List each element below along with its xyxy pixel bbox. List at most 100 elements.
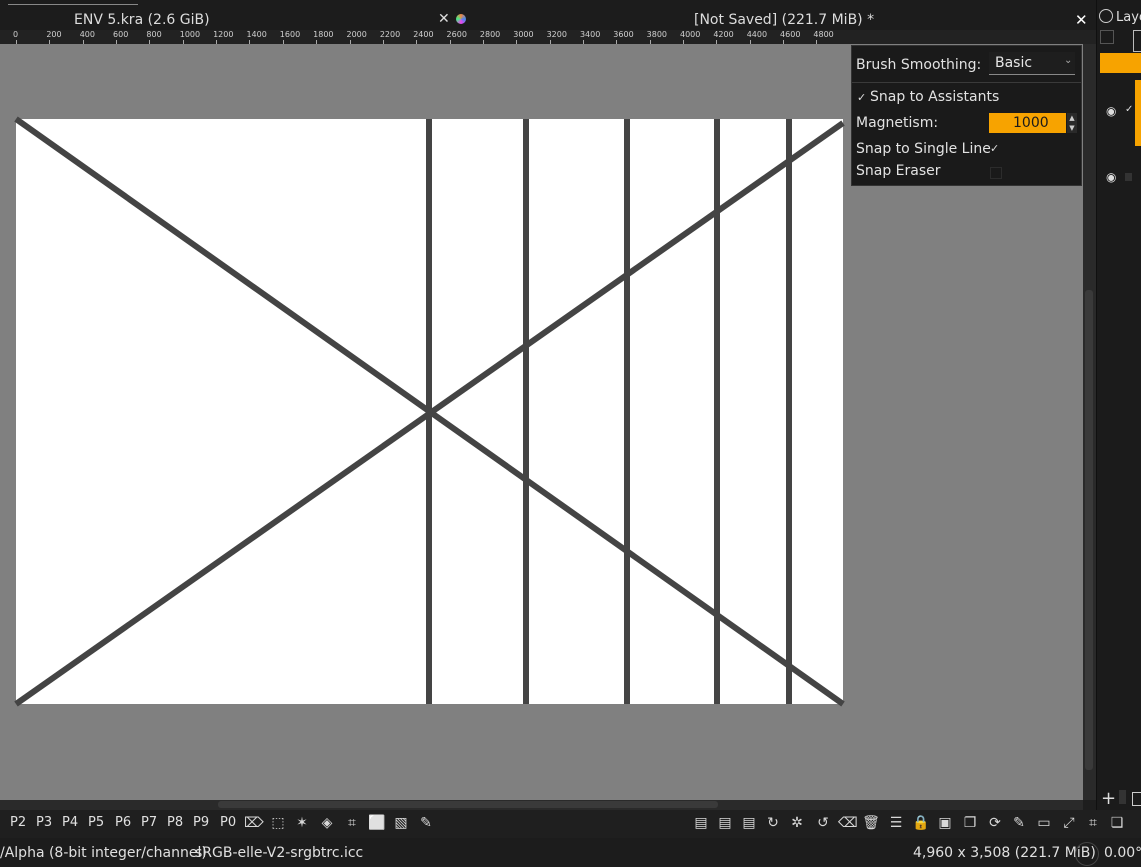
ruler-tick-label: 2000 — [346, 30, 367, 39]
settings-icon[interactable]: ✲ — [788, 814, 806, 832]
brush-icon[interactable]: ✎ — [417, 814, 435, 832]
ruler-tick-label: 1800 — [313, 30, 334, 39]
ruler-tick-label: 400 — [79, 30, 95, 39]
layer-check-icon[interactable]: ✓ — [1125, 104, 1133, 115]
folder-icon[interactable]: ▭ — [1035, 814, 1053, 832]
ruler-tick-label: 3600 — [613, 30, 634, 39]
layer-lock-box[interactable] — [1125, 173, 1132, 181]
magnetism-label: Magnetism: — [856, 115, 939, 131]
lock-icon[interactable]: 🔒 — [912, 814, 930, 832]
preset-p5[interactable]: P5 — [88, 815, 104, 830]
backspace-icon[interactable]: ⌫ — [838, 814, 858, 832]
layer-filter-box[interactable] — [1100, 30, 1114, 44]
brush-smoothing-value: Basic — [995, 55, 1033, 71]
select-rect-icon[interactable]: ⬜ — [368, 814, 386, 832]
rotation-dial-icon[interactable] — [1075, 842, 1099, 866]
ruler-tick-label: 4000 — [680, 30, 701, 39]
ruler-tick-label: 4400 — [746, 30, 768, 39]
layer-option-box[interactable] — [1133, 30, 1141, 52]
eye-icon[interactable]: ◉ — [1106, 104, 1116, 118]
ruler-tick-label: 1600 — [279, 30, 301, 39]
crop-marks-icon[interactable]: ⌗ — [1084, 814, 1102, 832]
undo-icon[interactable]: ↺ — [814, 814, 832, 832]
layers-docker-icon — [1099, 9, 1113, 23]
preset-p0[interactable]: P0 — [220, 815, 236, 830]
document-tab[interactable]: ENV 5.kra (2.6 GiB) — [74, 12, 210, 28]
ruler-tick-label: 4800 — [813, 30, 834, 39]
ruler-tick-label: 2200 — [379, 30, 401, 39]
redo-icon[interactable]: ↻ — [764, 814, 782, 832]
expand-icon[interactable]: ⤢ — [1060, 814, 1078, 832]
brush-smoothing-label: Brush Smoothing: — [856, 57, 982, 73]
ruler-tick-label: 200 — [46, 30, 62, 39]
ruler-tick-label: 600 — [113, 30, 129, 39]
copy-icon[interactable]: ❐ — [961, 814, 979, 832]
snap-single-line-label: Snap to Single Line — [856, 141, 991, 157]
layer-menu-icon[interactable] — [1119, 790, 1126, 804]
ruler-tick-label: 1400 — [246, 30, 267, 39]
horizontal-scrollbar-thumb[interactable] — [218, 801, 718, 808]
add-layer-icon[interactable]: + — [1101, 788, 1116, 809]
gradient-icon[interactable]: ▧ — [392, 814, 410, 832]
ruler-tick-label: 2800 — [479, 30, 501, 39]
close-tab-icon[interactable]: ✕ — [438, 11, 450, 27]
layout-icon[interactable]: ▤ — [740, 814, 758, 832]
chevron-down-icon: ⌄ — [1064, 55, 1073, 66]
preset-p2[interactable]: P2 — [10, 815, 26, 830]
ruler-tick-label: 0 — [13, 30, 19, 39]
color-profile[interactable]: sRGB-elle-V2-srgbtrc.icc — [195, 845, 363, 861]
vertical-scrollbar-thumb[interactable] — [1085, 290, 1093, 770]
color-model[interactable]: /Alpha (8-bit integer/channel) — [0, 845, 207, 861]
rotation-value[interactable]: 0.00° — [1104, 845, 1141, 861]
preset-p3[interactable]: P3 — [36, 815, 52, 830]
layout-icon[interactable]: ▤ — [692, 814, 710, 832]
ruler-tick-label: 1000 — [179, 30, 201, 39]
ruler-tick-label: 2600 — [446, 30, 467, 39]
color-wheel-icon — [456, 14, 466, 24]
eye-icon[interactable]: ◉ — [1106, 170, 1116, 184]
fill-icon[interactable]: ◈ — [318, 814, 336, 832]
document-title: [Not Saved] (221.7 MiB) * — [694, 12, 875, 28]
ruler-tick-label: 3400 — [579, 30, 601, 39]
clone-icon[interactable]: ❏ — [1108, 814, 1126, 832]
snap-single-line-checkbox[interactable]: ✓ — [990, 143, 1000, 154]
magnetism-spin-arrows[interactable]: ▲ ▼ — [1067, 113, 1077, 133]
magic-wand-icon[interactable]: ✶ — [293, 814, 311, 832]
transform-icon[interactable]: ⬚ — [269, 814, 287, 832]
edit-icon[interactable]: ✎ — [1010, 814, 1028, 832]
magnetism-value: 1000 — [1013, 115, 1049, 131]
ruler-tick-label: 4200 — [713, 30, 734, 39]
crop-icon[interactable]: ⌗ — [343, 814, 361, 832]
magnetism-slider[interactable]: 1000 — [989, 113, 1066, 133]
snap-to-assistants-label[interactable]: Snap to Assistants — [870, 89, 999, 105]
trash-icon[interactable]: 🗑 — [862, 814, 880, 832]
refresh-icon[interactable]: ⟳ — [986, 814, 1004, 832]
ruler-tick-label: 3000 — [513, 30, 534, 39]
ruler-tick-label: 3800 — [646, 30, 667, 39]
brush-smoothing-dropdown[interactable]: Basic ⌄ — [989, 52, 1075, 75]
close-window-icon[interactable]: ✕ — [1075, 11, 1088, 29]
preset-p9[interactable]: P9 — [193, 815, 209, 830]
snap-to-assistants-checkbox[interactable]: ✓ — [857, 92, 867, 103]
preset-p7[interactable]: P7 — [141, 815, 157, 830]
layer-thumbnail-selected[interactable] — [1135, 80, 1141, 146]
eraser-icon[interactable]: ⌦ — [244, 814, 264, 832]
ruler-tick-label: 1200 — [213, 30, 234, 39]
layers-panel: Laye ◉ ✓ ◉ + — [1096, 0, 1141, 810]
duplicate-layer-icon[interactable] — [1132, 792, 1141, 806]
sliders-icon[interactable]: ☰ — [887, 814, 905, 832]
snap-eraser-checkbox[interactable] — [990, 167, 1002, 179]
layers-title: Laye — [1116, 10, 1141, 25]
preset-p8[interactable]: P8 — [167, 815, 183, 830]
ruler-tick-label: 3200 — [546, 30, 567, 39]
ruler-tick-label: 2400 — [413, 30, 434, 39]
active-layer-strip[interactable] — [1100, 53, 1141, 73]
preset-p6[interactable]: P6 — [115, 815, 131, 830]
image-dimensions[interactable]: 4,960 x 3,508 (221.7 MiB) — [913, 845, 1096, 861]
preset-p4[interactable]: P4 — [62, 815, 78, 830]
horizontal-ruler: 0 200 400 600 800 1000 1200 1400 1600 1800 2000 220… — [0, 30, 1096, 45]
frame-icon[interactable]: ▣ — [936, 814, 954, 832]
ruler-tick-label: 4600 — [780, 30, 801, 39]
layout-icon[interactable]: ▤ — [716, 814, 734, 832]
tool-options-panel: Brush Smoothing: Basic ⌄ ✓ Snap to Assis… — [851, 45, 1082, 186]
